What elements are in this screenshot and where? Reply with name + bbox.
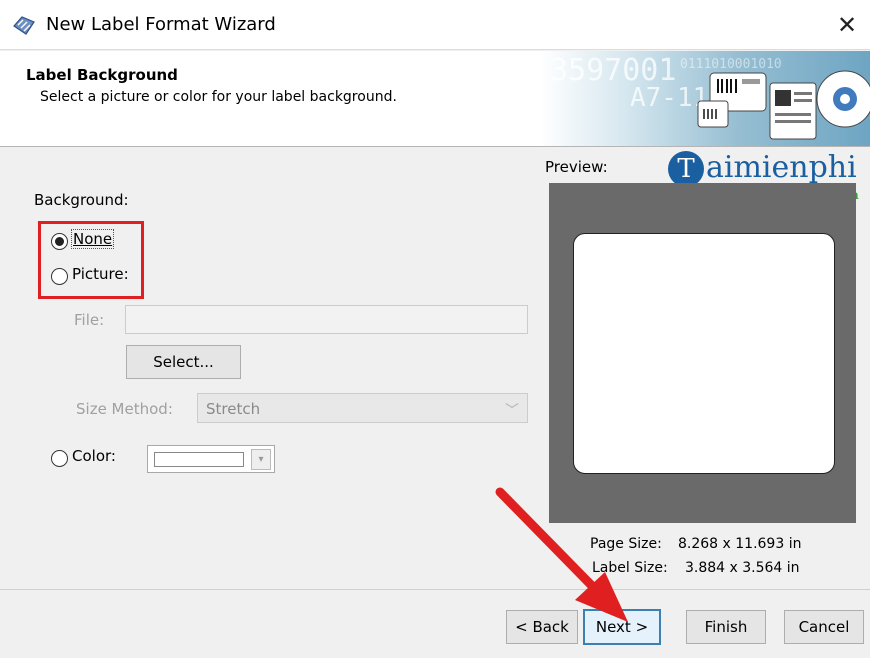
radio-picture-label[interactable]: Picture: xyxy=(72,265,129,283)
back-button[interactable]: < Back xyxy=(506,610,578,644)
file-label: File: xyxy=(74,311,105,329)
window-title: New Label Format Wizard xyxy=(46,14,276,35)
size-method-select[interactable]: Stretch ﹀ xyxy=(197,393,528,423)
size-method-value: Stretch xyxy=(206,400,261,418)
radio-picture[interactable] xyxy=(51,268,68,285)
page-size-value: 8.268 x 11.693 in xyxy=(678,536,802,552)
cancel-button[interactable]: Cancel xyxy=(784,610,864,644)
preview-label: Preview: xyxy=(545,158,608,176)
label-size-value: 3.884 x 3.564 in xyxy=(685,560,800,576)
next-button[interactable]: Next > xyxy=(583,609,661,645)
file-input[interactable] xyxy=(125,305,528,334)
finish-button[interactable]: Finish xyxy=(686,610,766,644)
radio-none[interactable] xyxy=(51,233,68,250)
watermark-text: aimienphi xyxy=(706,150,857,185)
page-size-label: Page Size: xyxy=(590,536,662,552)
radio-color[interactable] xyxy=(51,450,68,467)
page-subtitle: Select a picture or color for your label… xyxy=(40,89,397,105)
preview-frame xyxy=(549,183,856,523)
radio-none-text: None xyxy=(70,229,115,249)
close-icon[interactable]: ✕ xyxy=(824,0,870,50)
page-title: Label Background xyxy=(26,66,178,84)
footer-separator xyxy=(0,589,870,590)
select-button[interactable]: Select... xyxy=(126,345,241,379)
radio-color-label[interactable]: Color: xyxy=(72,447,116,465)
color-swatch xyxy=(154,452,244,467)
title-bar: New Label Format Wizard ✕ xyxy=(0,0,870,50)
label-size-label: Label Size: xyxy=(592,560,668,576)
watermark-t-icon: T xyxy=(668,151,704,187)
color-dropdown-button[interactable]: ▾ xyxy=(251,449,271,470)
watermark-logo: Taimienphi vn xyxy=(668,150,859,202)
wizard-header: Label Background Select a picture or col… xyxy=(0,51,870,147)
background-group-label: Background: xyxy=(34,191,129,209)
app-icon xyxy=(13,16,35,35)
radio-none-label[interactable]: None xyxy=(70,229,115,249)
size-method-label: Size Method: xyxy=(76,400,173,418)
color-picker[interactable]: ▾ xyxy=(147,445,275,473)
barcode-labels-icon xyxy=(697,70,870,140)
header-banner-image: 3597001 A7-118 0111010001010 xyxy=(540,51,870,146)
preview-label-shape xyxy=(573,233,835,474)
chevron-down-icon: ﹀ xyxy=(505,403,519,419)
